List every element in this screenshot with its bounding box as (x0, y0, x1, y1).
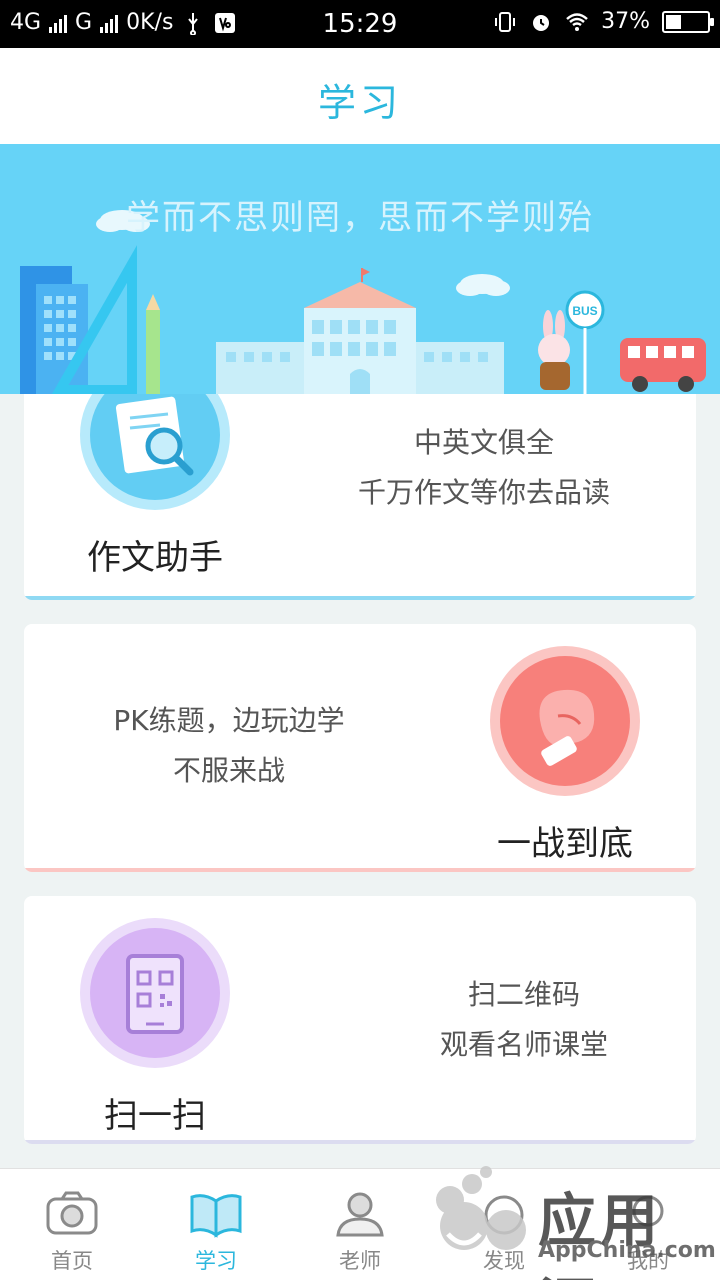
card-title: 作文助手 (87, 538, 223, 578)
magnifier-document-icon (115, 396, 194, 476)
card-desc-line-1: 中英文俱全 (413, 426, 554, 459)
card-accent-line (24, 868, 696, 872)
battery-icon (662, 10, 714, 33)
person-icon (336, 1192, 384, 1237)
qr-tablet-icon (126, 954, 184, 1034)
app-header: 学习 (0, 48, 720, 144)
alarm-icon (533, 14, 550, 31)
camera-icon (46, 1191, 98, 1235)
banner-motto: 学而不思则罔，思而不学则殆 (126, 198, 594, 238)
card-description: 扫二维码 观看名师课堂 (384, 970, 664, 1070)
card-description: PK练题，边玩边学 不服来战 (54, 696, 404, 796)
tab-label: 发现 (483, 1249, 525, 1273)
tab-discover[interactable]: 发现 (432, 1169, 576, 1280)
composition-assistant-card[interactable]: 作文助手 中英文俱全 千万作文等你去品读 (24, 394, 696, 600)
scan-icon-circle (80, 918, 230, 1068)
tab-study[interactable]: 学习 (144, 1169, 288, 1280)
boxing-glove-icon (539, 689, 595, 766)
bus-sign-text: BUS (572, 304, 597, 318)
card-title: 扫一扫 (104, 1096, 206, 1136)
composition-icon-circle (80, 394, 230, 510)
wifi-icon (566, 12, 588, 31)
card-desc-line-2: 观看名师课堂 (439, 1028, 608, 1061)
discover-icon (484, 1195, 524, 1235)
tab-teacher[interactable]: 老师 (288, 1169, 432, 1280)
scan-card[interactable]: 扫一扫 扫二维码 观看名师课堂 (24, 896, 696, 1144)
card-accent-line (24, 1140, 696, 1144)
vibrate-icon (495, 11, 516, 32)
bottom-tab-bar: 首页 学习 老师 发现 我的 (0, 1168, 720, 1280)
card-desc-line-1: PK练题，边玩边学 (113, 704, 345, 737)
tab-label: 学习 (195, 1249, 237, 1273)
card-desc-line-1: 扫二维码 (467, 978, 580, 1011)
page-title: 学习 (317, 81, 402, 125)
tab-label: 首页 (51, 1249, 93, 1273)
tab-label: 我的 (627, 1249, 669, 1273)
banner-illustration: BUS (20, 210, 706, 394)
tab-home[interactable]: 首页 (0, 1169, 144, 1280)
tab-label: 老师 (339, 1249, 381, 1273)
card-title: 一战到底 (497, 824, 633, 864)
status-bar: 4G G 0K/s 15:29 37% (0, 0, 720, 48)
battery-percent: 37% (601, 9, 650, 34)
pk-battle-card[interactable]: 一战到底 PK练题，边玩边学 不服来战 (24, 624, 696, 872)
card-accent-line (24, 596, 696, 600)
battle-icon-circle (490, 646, 640, 796)
card-desc-line-2: 不服来战 (172, 754, 285, 787)
card-description: 中英文俱全 千万作文等你去品读 (314, 418, 654, 518)
profile-icon (632, 1195, 664, 1227)
book-icon (190, 1194, 242, 1238)
banner: BUS 学而不思则罔，思而不学则殆 (0, 144, 720, 394)
card-desc-line-2: 千万作文等你去品读 (357, 476, 610, 509)
tab-mine[interactable]: 我的 (576, 1169, 720, 1280)
